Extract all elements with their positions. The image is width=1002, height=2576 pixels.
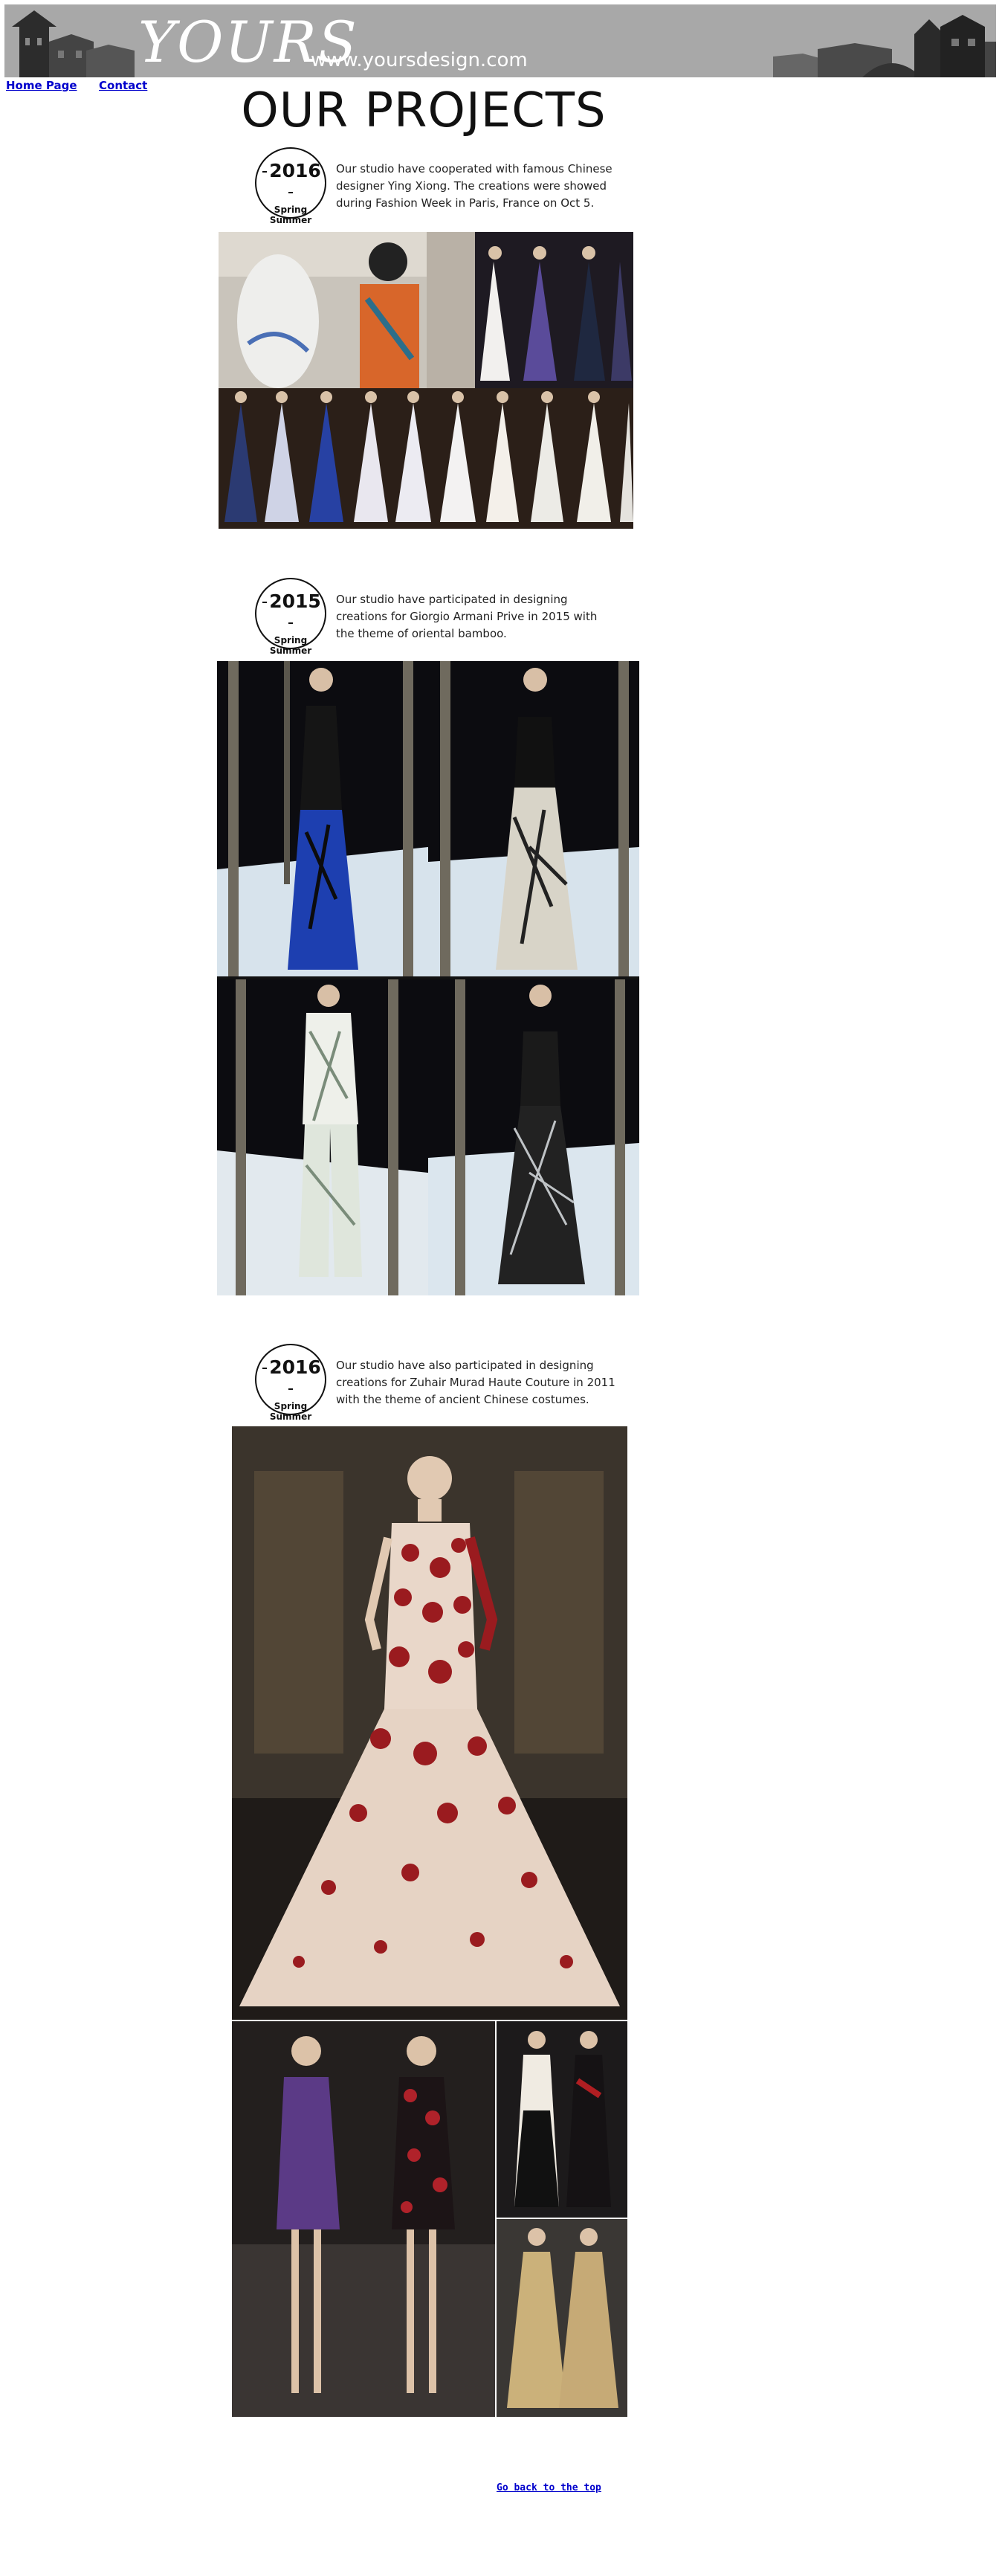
header-banner: YOURS www.yoursdesign.com xyxy=(4,4,996,77)
badge-season-line1: Spring xyxy=(274,635,308,645)
badge-season-line1: Spring xyxy=(274,1401,308,1411)
project-photo-collage xyxy=(217,661,639,1295)
badge-season-line2: Summer xyxy=(269,1411,312,1422)
season-badge: 2016 Spring Summer xyxy=(255,147,326,225)
project-photo-collage xyxy=(232,1426,627,2417)
badge-season-line2: Summer xyxy=(269,645,312,656)
skyline-right-illustration xyxy=(773,4,996,77)
season-badge: 2015 Spring Summer xyxy=(255,578,326,656)
site-url: www.yoursdesign.com xyxy=(311,49,528,71)
project-description: Our studio have also participated in des… xyxy=(336,1359,615,1406)
skyline-left-illustration xyxy=(4,4,138,77)
badge-year: 2016 xyxy=(256,1357,325,1399)
project-photo-collage xyxy=(219,232,633,529)
nav-home-link[interactable]: Home Page xyxy=(6,79,77,92)
project-description: Our studio have participated in designin… xyxy=(336,593,598,640)
page-title: OUR PROJECTS xyxy=(241,83,607,138)
project-description: Our studio have cooperated with famous C… xyxy=(336,162,612,210)
badge-season-line2: Summer xyxy=(269,215,312,225)
back-to-top-link[interactable]: Go back to the top xyxy=(497,2482,601,2493)
badge-year: 2015 xyxy=(256,591,325,633)
nav-contact-link[interactable]: Contact xyxy=(99,79,147,92)
badge-year: 2016 xyxy=(256,161,325,202)
season-badge: 2016 Spring Summer xyxy=(255,1344,326,1422)
badge-season-line1: Spring xyxy=(274,205,308,215)
